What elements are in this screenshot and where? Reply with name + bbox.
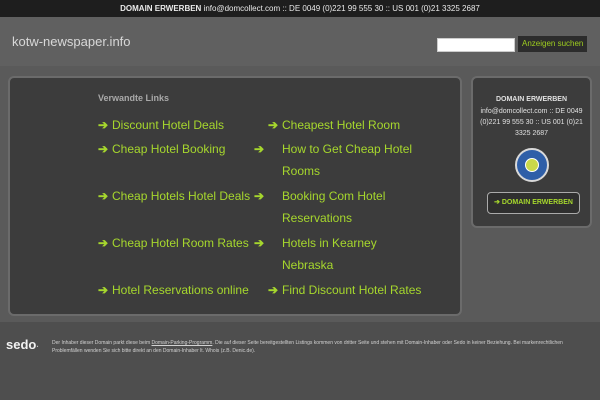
related-link[interactable]: ➔ Hotel Reservations online [98,279,249,301]
arrow-icon: ➔ [98,236,109,250]
site-name[interactable]: kotw-newspaper.info [12,34,131,49]
related-link[interactable]: ➔ Find Discount Hotel Rates [268,279,421,301]
domain-purchase-title: DOMAIN ERWERBEN [495,96,568,103]
arrow-icon: ➔ [98,283,109,297]
related-link[interactable]: ➔ Cheap Hotel Booking [98,138,225,160]
related-link[interactable]: ➔ Hotels in Kearney Nebraska [254,232,402,276]
footer-disclaimer: Der Inhaber dieser Domain parkt diese be… [52,340,563,354]
related-link[interactable]: ➔ Cheapest Hotel Room [268,114,400,136]
top-bar: DOMAIN ERWERBEN info@domcollect.com :: D… [0,0,600,17]
trust-seal-icon[interactable] [515,148,549,182]
sedo-dots-icon: · [36,342,40,351]
related-link[interactable]: ➔ Cheap Hotel Room Rates [98,232,249,254]
domain-purchase-panel: DOMAIN ERWERBEN info@domcollect.com :: D… [471,76,592,228]
domain-purchase-contact: info@domcollect.com :: DE 0049 (0)221 99… [480,108,583,137]
search-button[interactable]: Anzeigen suchen [518,36,588,52]
arrow-icon: ➔ [254,189,265,203]
arrow-icon: ➔ [268,283,279,297]
sedo-logo[interactable]: sedo· [6,337,39,352]
related-link[interactable]: ➔ Cheap Hotels Hotel Deals [98,185,250,207]
arrow-icon: ➔ [98,118,109,132]
arrow-icon: ➔ [254,236,265,250]
buy-domain-button[interactable]: ➔ DOMAIN ERWERBEN [487,192,580,214]
arrow-icon: ➔ [98,142,109,156]
related-links-heading: Verwandte Links [98,93,170,103]
topbar-contact: info@domcollect.com :: DE 0049 (0)221 99… [203,4,480,13]
related-links-panel: Verwandte Links ➔ Discount Hotel Deals ➔ C… [8,76,462,316]
domain-parking-link[interactable]: Domain-Parking-Programm [152,340,213,346]
arrow-icon: ➔ [254,142,265,156]
topbar-label: DOMAIN ERWERBEN [120,4,202,13]
related-link[interactable]: ➔ How to Get Cheap Hotel Rooms [254,138,442,182]
header: kotw-newspaper.info Anzeigen suchen [0,17,600,66]
footer: sedo· Der Inhaber dieser Domain parkt di… [0,322,600,400]
arrow-icon: ➔ [268,118,279,132]
related-link[interactable]: ➔ Discount Hotel Deals [98,114,224,136]
search-input[interactable] [437,38,515,52]
seal-check-icon [525,158,539,172]
arrow-icon: ➔ [98,189,109,203]
related-link[interactable]: ➔ Booking Com Hotel Reservations [254,185,412,229]
